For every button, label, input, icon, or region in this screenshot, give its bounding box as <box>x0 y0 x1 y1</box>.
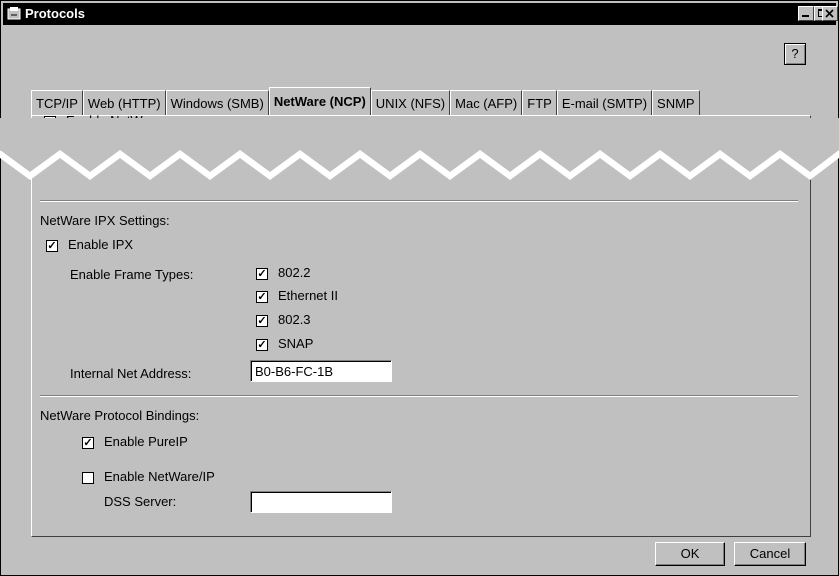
tab-e-mail-smtp[interactable]: E-mail (SMTP) <box>556 90 653 115</box>
internal-net-address-label: Internal Net Address: <box>70 366 192 381</box>
enable-pureip-label: Enable PureIP <box>104 434 188 449</box>
cancel-button[interactable]: Cancel <box>734 542 806 566</box>
help-icon: ? <box>791 46 799 61</box>
bindings-section-title: NetWare Protocol Bindings: <box>40 408 200 423</box>
tab-mac-afp[interactable]: Mac (AFP) <box>450 90 523 115</box>
ipx-section-title: NetWare IPX Settings: <box>40 213 170 228</box>
frame-snap-label: SNAP <box>278 336 314 351</box>
title-bar[interactable]: Protocols <box>3 3 836 25</box>
frame-ethernet-ii-checkbox[interactable]: ✓ <box>256 291 268 303</box>
frame-802-2-label: 802.2 <box>278 265 311 280</box>
frame-802-2-checkbox[interactable]: ✓ <box>256 268 268 280</box>
tab-unix-nfs[interactable]: UNIX (NFS) <box>370 90 451 115</box>
ipx-section: NetWare IPX Settings: ✓ Enable IPX Enabl… <box>30 180 810 536</box>
tab-windows-smb[interactable]: Windows (SMB) <box>165 90 269 115</box>
minimize-icon <box>802 15 809 17</box>
help-button[interactable]: ? <box>784 43 806 65</box>
tab-tcp-ip[interactable]: TCP/IP <box>31 90 83 115</box>
enable-netwareip-label: Enable NetWare/IP <box>104 469 215 484</box>
frame-ethernet-ii-label: Ethernet II <box>278 288 338 303</box>
internal-net-address-input[interactable] <box>250 360 392 382</box>
close-icon <box>825 9 834 18</box>
enable-netware-checkbox[interactable]: ✓ <box>44 116 56 128</box>
enable-netwareip-checkbox[interactable] <box>82 472 94 484</box>
enable-pureip-checkbox[interactable]: ✓ <box>82 437 94 449</box>
tab-ftp[interactable]: FTP <box>522 90 557 115</box>
enable-ipx-label: Enable IPX <box>68 237 134 252</box>
window-title: Protocols <box>25 6 85 21</box>
frame-802-3-checkbox[interactable]: ✓ <box>256 315 268 327</box>
dss-server-input[interactable] <box>250 491 392 513</box>
tab-snmp[interactable]: SNMP <box>652 90 700 115</box>
tab-netware-ncp[interactable]: NetWare (NCP) <box>268 87 371 115</box>
ok-button[interactable]: OK <box>655 542 725 566</box>
frame-snap-checkbox[interactable]: ✓ <box>256 339 268 351</box>
dss-server-label: DSS Server: <box>104 494 177 509</box>
app-icon <box>7 7 21 20</box>
protocol-tabs: TCP/IP Web (HTTP) Windows (SMB) NetWare (NC… <box>31 87 700 115</box>
frame-types-label: Enable Frame Types: <box>70 267 194 282</box>
enable-ipx-checkbox[interactable]: ✓ <box>46 240 58 252</box>
tab-web-http[interactable]: Web (HTTP) <box>82 90 166 115</box>
frame-802-3-label: 802.3 <box>278 312 311 327</box>
enable-netware-label: Enable NetWare <box>66 113 161 128</box>
close-button[interactable] <box>822 6 838 21</box>
minimize-button[interactable] <box>798 6 814 21</box>
